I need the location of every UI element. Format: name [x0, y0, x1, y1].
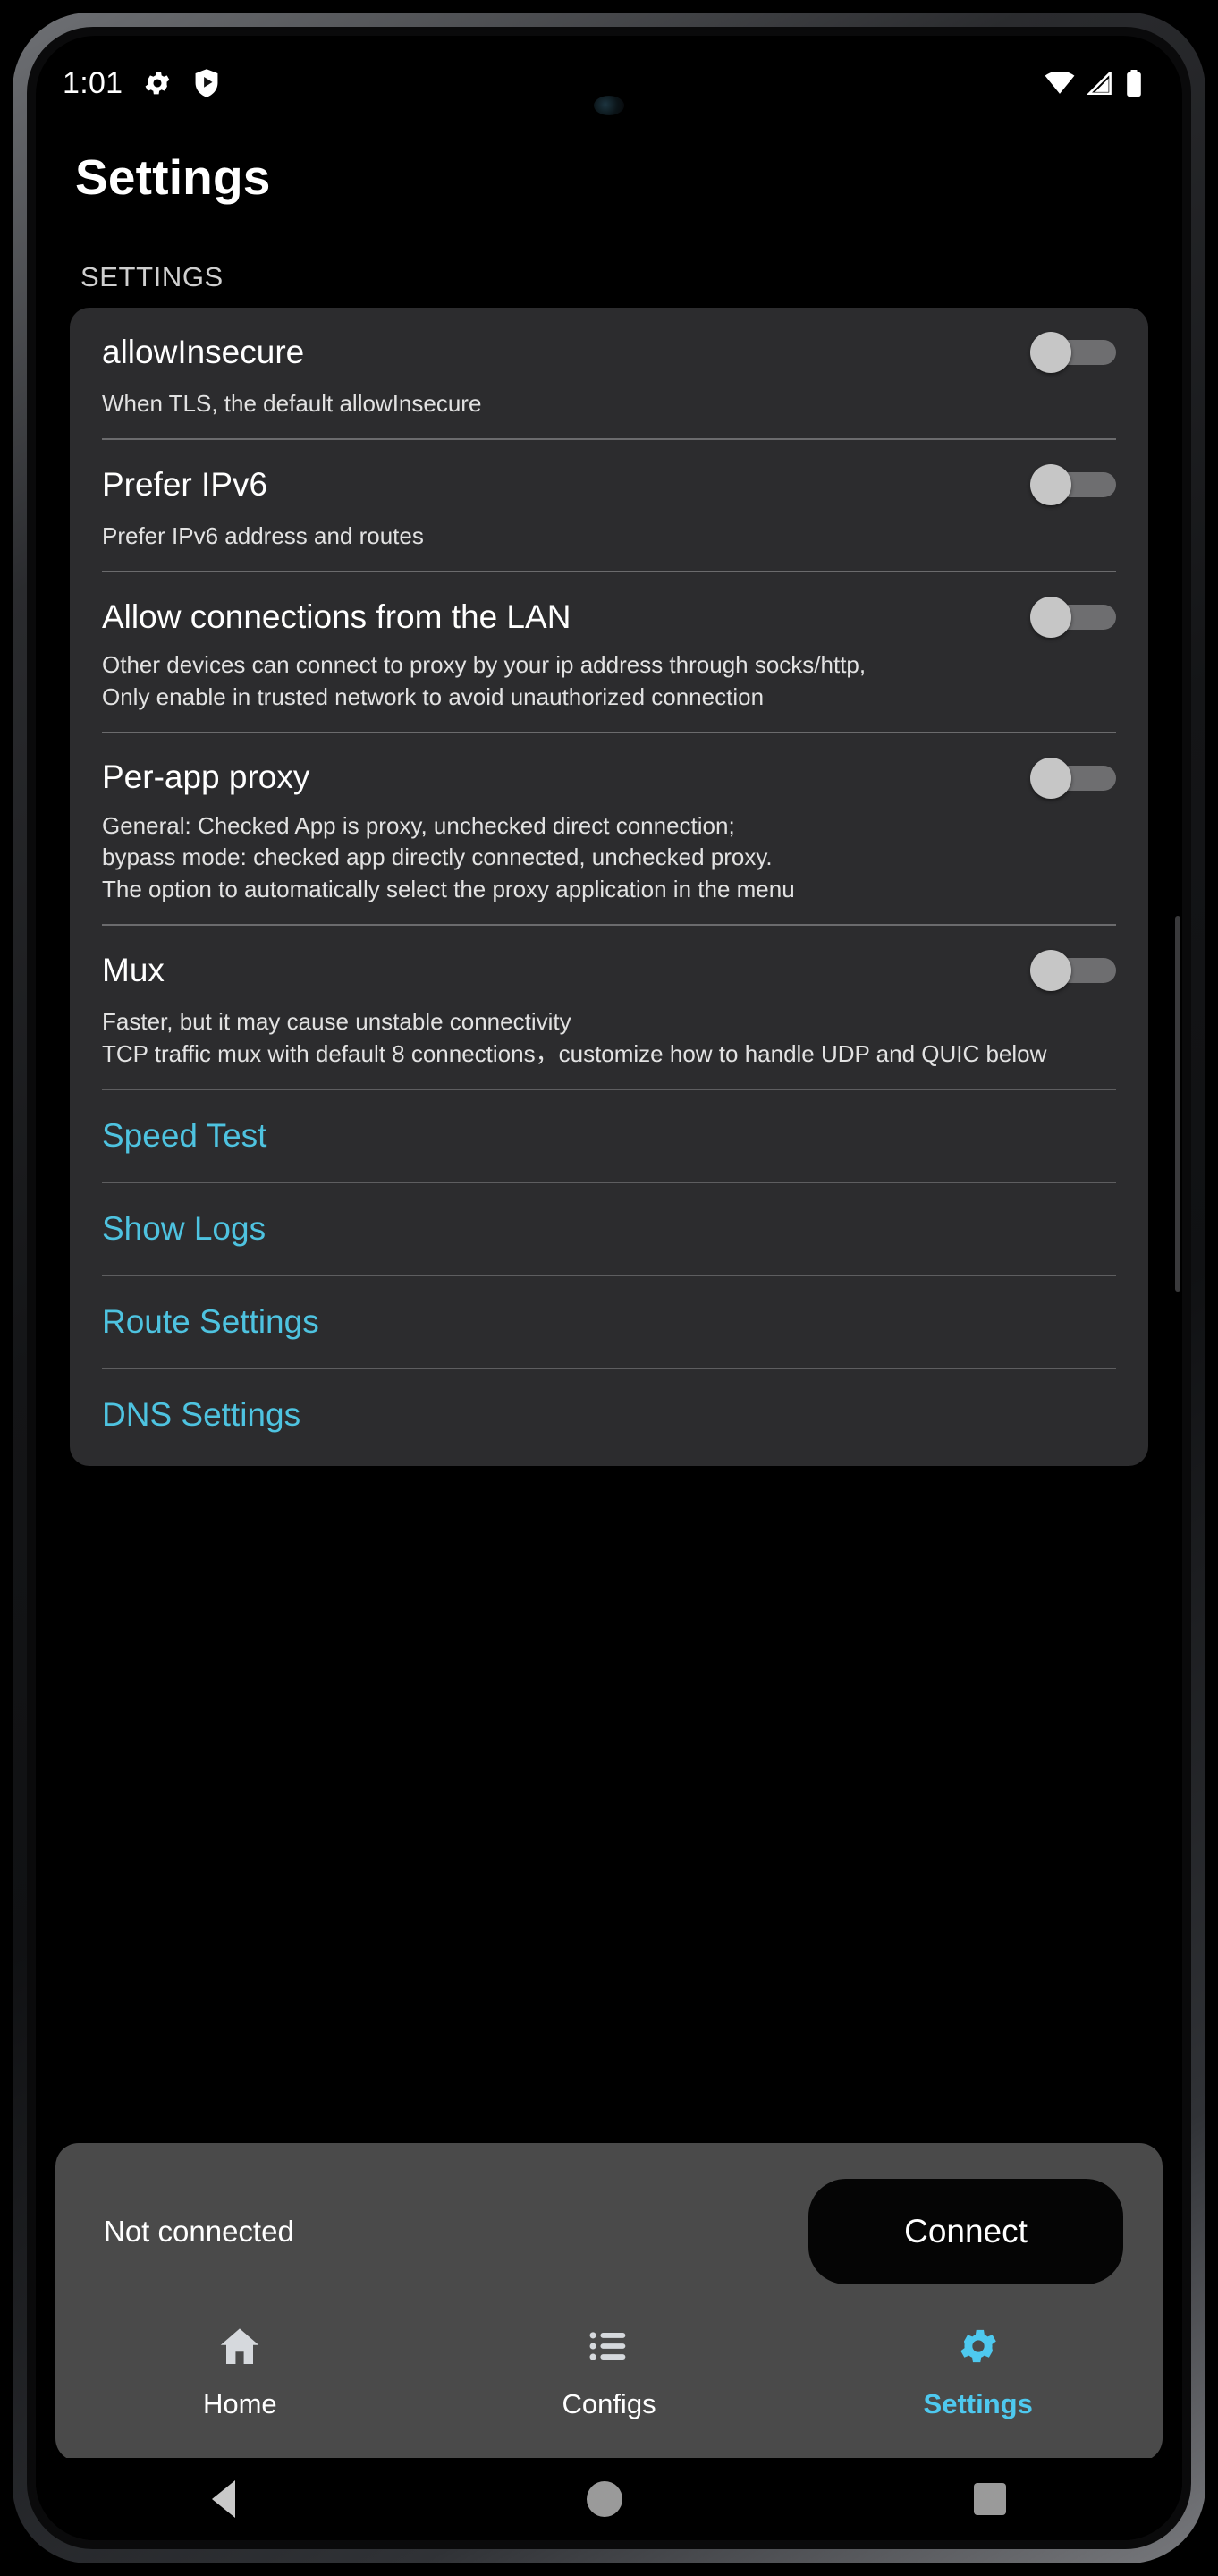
setting-row-header: allowInsecure [102, 308, 1116, 385]
toggle-thumb [1030, 332, 1071, 373]
camera-punch-hole [594, 96, 624, 115]
section-caption: SETTINGS [80, 261, 224, 292]
setting-row-header: Prefer IPv6 [102, 440, 1116, 517]
phone-screen: 1:01 Settings SETTINGS allowInsecure Whe… [36, 36, 1182, 2540]
setting-description: Faster, but it may cause unstable connec… [102, 1008, 1047, 1067]
toggle-mux[interactable] [1030, 950, 1116, 992]
setting-description: Other devices can connect to proxy by yo… [102, 650, 867, 710]
setting-title: Prefer IPv6 [102, 465, 268, 503]
setting-row-per-app-proxy[interactable]: Per-app proxy General: Checked App is pr… [70, 733, 1148, 925]
page-title: Settings [75, 149, 271, 205]
setting-title: Allow connections from the LAN [102, 597, 571, 635]
setting-description: When TLS, the default allowInsecure [102, 390, 482, 417]
nav-item-configs[interactable]: Configs [425, 2324, 794, 2420]
setting-title: Per-app proxy [102, 758, 310, 796]
nav-label: Home [202, 2388, 277, 2419]
toggle-per-app-proxy[interactable] [1030, 757, 1116, 799]
app-content: Settings SETTINGS allowInsecure When TLS… [36, 111, 1182, 2540]
setting-row-header: Mux [102, 926, 1116, 1003]
toggle-allowinsecure[interactable] [1030, 332, 1116, 373]
nav-item-home[interactable]: Home [55, 2324, 425, 2420]
shield-play-icon [192, 68, 221, 98]
gear-icon [142, 68, 173, 98]
setting-row-allowinsecure[interactable]: allowInsecure When TLS, the default allo… [70, 308, 1148, 438]
setting-description: General: Checked App is proxy, unchecked… [102, 811, 795, 903]
nav-label: Settings [923, 2388, 1033, 2419]
toggle-prefer-ipv6[interactable] [1030, 463, 1116, 505]
toggle-thumb [1030, 596, 1071, 638]
list-icon [587, 2324, 631, 2368]
nav-item-settings[interactable]: Settings [793, 2324, 1163, 2420]
bottom-panel: Not connected Connect Home Configs Setti… [55, 2143, 1163, 2462]
link-row-speed-test[interactable]: Speed Test [70, 1090, 1148, 1182]
toggle-thumb [1030, 950, 1071, 992]
connection-status-text: Not connected [104, 2215, 294, 2248]
bottom-nav-bar: Home Configs Settings [55, 2315, 1163, 2462]
link-row-show-logs[interactable]: Show Logs [70, 1183, 1148, 1275]
cellular-signal-icon [1087, 72, 1113, 95]
nav-label: Configs [562, 2388, 656, 2419]
status-bar-left: 1:01 [63, 66, 221, 101]
setting-row-header: Allow connections from the LAN [102, 572, 1116, 649]
setting-row-prefer-ipv6[interactable]: Prefer IPv6 Prefer IPv6 address and rout… [70, 440, 1148, 571]
scrollbar[interactable] [1175, 916, 1180, 1292]
device-frame: 1:01 Settings SETTINGS allowInsecure Whe… [0, 0, 1218, 2576]
settings-card: allowInsecure When TLS, the default allo… [70, 308, 1148, 1466]
link-row-dns-settings[interactable]: DNS Settings [70, 1369, 1148, 1461]
setting-row-mux[interactable]: Mux Faster, but it may cause unstable co… [70, 926, 1148, 1089]
toggle-allow-lan[interactable] [1030, 596, 1116, 638]
back-triangle-icon[interactable] [211, 2480, 235, 2518]
recents-square-icon[interactable] [974, 2483, 1007, 2515]
wifi-icon [1045, 72, 1075, 95]
setting-title: Mux [102, 952, 165, 988]
status-bar-right [1045, 70, 1143, 97]
setting-row-header: Per-app proxy [102, 733, 1116, 810]
home-circle-icon[interactable] [586, 2481, 622, 2517]
connection-bar: Not connected Connect [55, 2143, 1163, 2315]
toggle-thumb [1030, 463, 1071, 505]
setting-title: allowInsecure [102, 333, 305, 370]
setting-description: Prefer IPv6 address and routes [102, 521, 424, 549]
status-bar-clock: 1:01 [63, 65, 123, 100]
connect-button[interactable]: Connect [808, 2179, 1123, 2284]
toggle-thumb [1030, 757, 1071, 799]
system-navigation-bar [36, 2458, 1182, 2540]
setting-row-allow-lan[interactable]: Allow connections from the LAN Other dev… [70, 572, 1148, 732]
link-row-route-settings[interactable]: Route Settings [70, 1276, 1148, 1368]
home-icon [217, 2324, 262, 2368]
gear-icon [956, 2324, 1001, 2368]
battery-icon [1125, 70, 1143, 97]
